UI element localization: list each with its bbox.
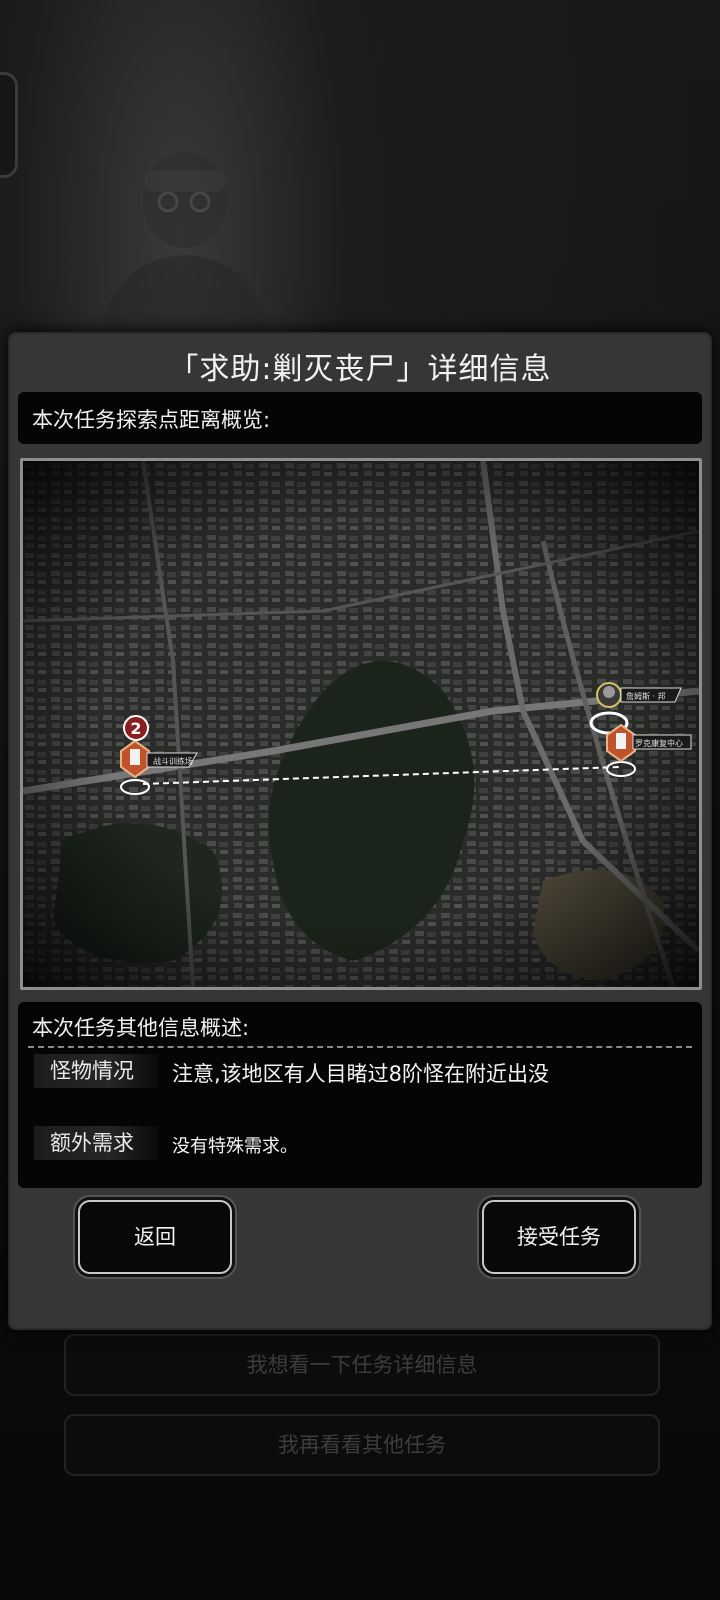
satellite-map: 2 战斗训练场 詹姆斯 · 邦 罗克康复中心 (23, 461, 699, 987)
monster-status-label: 怪物情况 (34, 1054, 158, 1088)
start-badge: 2 (130, 719, 141, 738)
destination-label: 罗克康复中心 (635, 738, 683, 748)
info-heading: 本次任务其他信息概述: (32, 1016, 250, 1040)
info-divider (28, 1046, 692, 1048)
accept-task-button[interactable]: 接受任务 (482, 1200, 636, 1274)
back-button[interactable]: 返回 (78, 1200, 232, 1274)
extra-requirement-value: 没有特殊需求。 (172, 1136, 298, 1157)
npc-label: 詹姆斯 · 邦 (626, 691, 666, 701)
dialog-title: 「求助:剿灭丧尸」详细信息 (168, 352, 552, 387)
monster-status-value: 注意,该地区有人目睹过8阶怪在附近出没 (172, 1062, 550, 1086)
extra-requirement-label: 额外需求 (34, 1126, 158, 1160)
side-menu-tab[interactable] (0, 72, 18, 178)
map-heading-bar: 本次任务探索点距离概览: (18, 392, 702, 444)
option-other-tasks[interactable]: 我再看看其他任务 (64, 1414, 660, 1476)
option-view-details[interactable]: 我想看一下任务详细信息 (64, 1334, 660, 1396)
task-detail-dialog: 「求助:剿灭丧尸」详细信息 本次任务探索点距离概览: 2 战斗训练场 詹姆斯 ·… (8, 332, 712, 1330)
npc-portrait (100, 152, 270, 340)
info-panel: 本次任务其他信息概述: 怪物情况 注意,该地区有人目睹过8阶怪在附近出没 额外需… (18, 1002, 702, 1188)
map-frame: 2 战斗训练场 詹姆斯 · 邦 罗克康复中心 (20, 458, 702, 990)
map-heading: 本次任务探索点距离概览: (32, 408, 271, 432)
start-location-label: 战斗训练场 (153, 756, 193, 766)
